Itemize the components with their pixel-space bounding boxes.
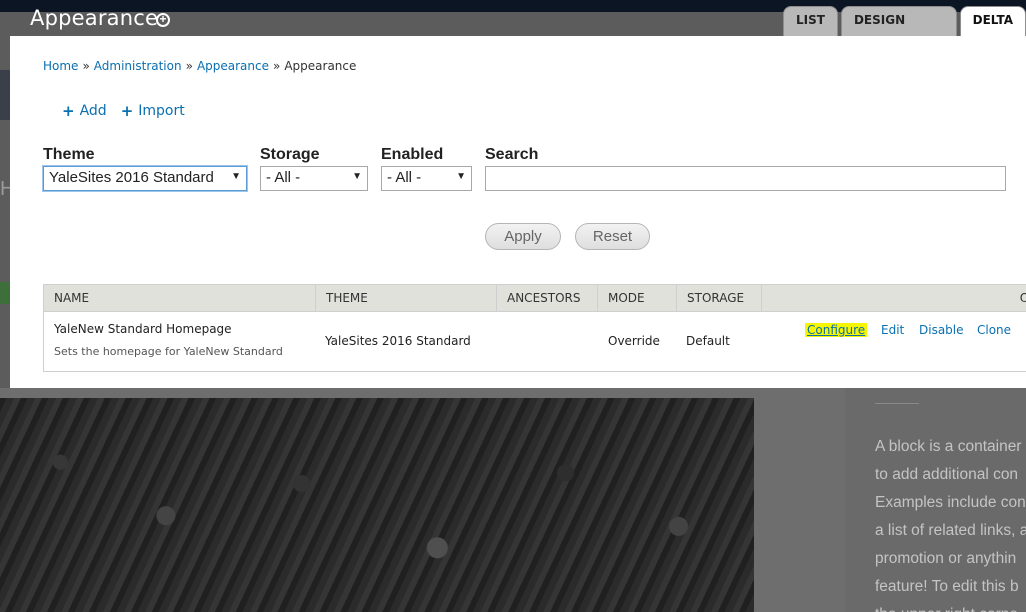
enabled-select-value: - All - [387,169,422,186]
background-icon-fragment [0,282,10,304]
action-links: + Add + Import [62,102,185,120]
delta-table: NAME THEME ANCESTORS MODE STORAGE OPE Ya… [43,284,1026,372]
breadcrumb-separator: » [273,59,281,73]
theme-filter: Theme YaleSites 2016 Standard ▼ [43,146,247,191]
row-mode: Override [608,334,660,348]
breadcrumb-appearance[interactable]: Appearance [197,59,269,73]
chevron-down-icon: ▼ [352,171,362,182]
sidebar-block-text: A block is a container to add additional… [875,433,1026,612]
theme-select[interactable]: YaleSites 2016 Standard ▼ [43,166,247,191]
plus-icon: + [62,102,75,120]
tab-design-options[interactable]: DESIGN OPTIONS [840,6,957,53]
add-label: Add [79,103,107,119]
breadcrumb-home[interactable]: Home [43,59,78,73]
column-header-name: NAME [44,285,316,312]
sidebar-line: promotion or anythin [875,550,1017,567]
sidebar-line: the upper right corne [875,601,1026,612]
sidebar-line: to add additional con [875,466,1019,483]
storage-filter: Storage - All - ▼ [260,146,368,191]
column-header-operations: OPE [1019,291,1026,305]
sidebar-line: Examples include con [875,494,1026,511]
theme-select-value: YaleSites 2016 Standard [49,169,214,186]
search-filter: Search [485,146,1006,191]
delta-panel: Home» Administration» Appearance» Appearanc… [10,36,1026,388]
apply-button[interactable]: Apply [485,223,561,250]
breadcrumb-separator: » [185,59,193,73]
theme-label: Theme [43,146,95,163]
background-sidebar-block: A block is a container to add additional… [845,388,1026,612]
chevron-down-icon: ▼ [456,171,466,182]
disable-link[interactable]: Disable [919,323,964,337]
column-header-storage: STORAGE [677,285,762,312]
row-storage: Default [686,334,730,348]
breadcrumb: Home» Administration» Appearance» Appearanc… [43,59,356,73]
tab-list[interactable]: LIST [783,6,838,36]
page: H A block is a container to add addition… [0,0,1026,612]
storage-label: Storage [260,146,320,163]
breadcrumb-separator: » [82,59,90,73]
row-description: Sets the homepage for YaleNew Standard [54,345,283,358]
add-link[interactable]: + Add [62,102,107,120]
background-logo-fragment [0,70,10,120]
clone-link[interactable]: Clone [977,323,1011,337]
import-label: Import [138,103,185,119]
sidebar-line: feature! To edit this b [875,578,1019,595]
sidebar-line: a list of related links, a [875,522,1026,539]
background-text-fragment: H [0,178,10,200]
tab-delta[interactable]: DELTA [959,6,1026,36]
circle-plus-icon[interactable]: + [156,13,170,27]
row-theme: YaleSites 2016 Standard [325,334,471,348]
enabled-label: Enabled [381,146,444,163]
import-link[interactable]: + Import [121,102,185,120]
breadcrumb-administration[interactable]: Administration [94,59,182,73]
enabled-filter: Enabled - All - ▼ [381,146,472,191]
column-header-ancestors: ANCESTORS [497,285,598,312]
reset-button[interactable]: Reset [575,223,650,250]
breadcrumb-current: Appearance [284,59,357,73]
configure-link[interactable]: Configure [805,323,868,337]
storage-select-value: - All - [266,169,301,186]
plus-icon: + [120,102,134,120]
edit-link[interactable]: Edit [881,323,904,337]
column-header-mode: MODE [598,285,677,312]
table-header: NAME THEME ANCESTORS MODE STORAGE OPE [44,285,1026,312]
tab-bar: LIST DESIGN OPTIONS DELTA [780,6,1026,53]
storage-select[interactable]: - All - ▼ [260,166,368,191]
overlay-title: Appearance [30,6,159,30]
search-input[interactable] [485,166,1006,191]
search-label: Search [485,146,539,163]
column-header-theme: THEME [316,285,497,312]
enabled-select[interactable]: - All - ▼ [381,166,472,191]
sidebar-divider [875,403,919,404]
row-name: YaleNew Standard Homepage [54,322,232,336]
sidebar-line: A block is a container [875,438,1022,455]
commencement-photo [0,398,754,612]
chevron-down-icon: ▼ [231,171,241,182]
